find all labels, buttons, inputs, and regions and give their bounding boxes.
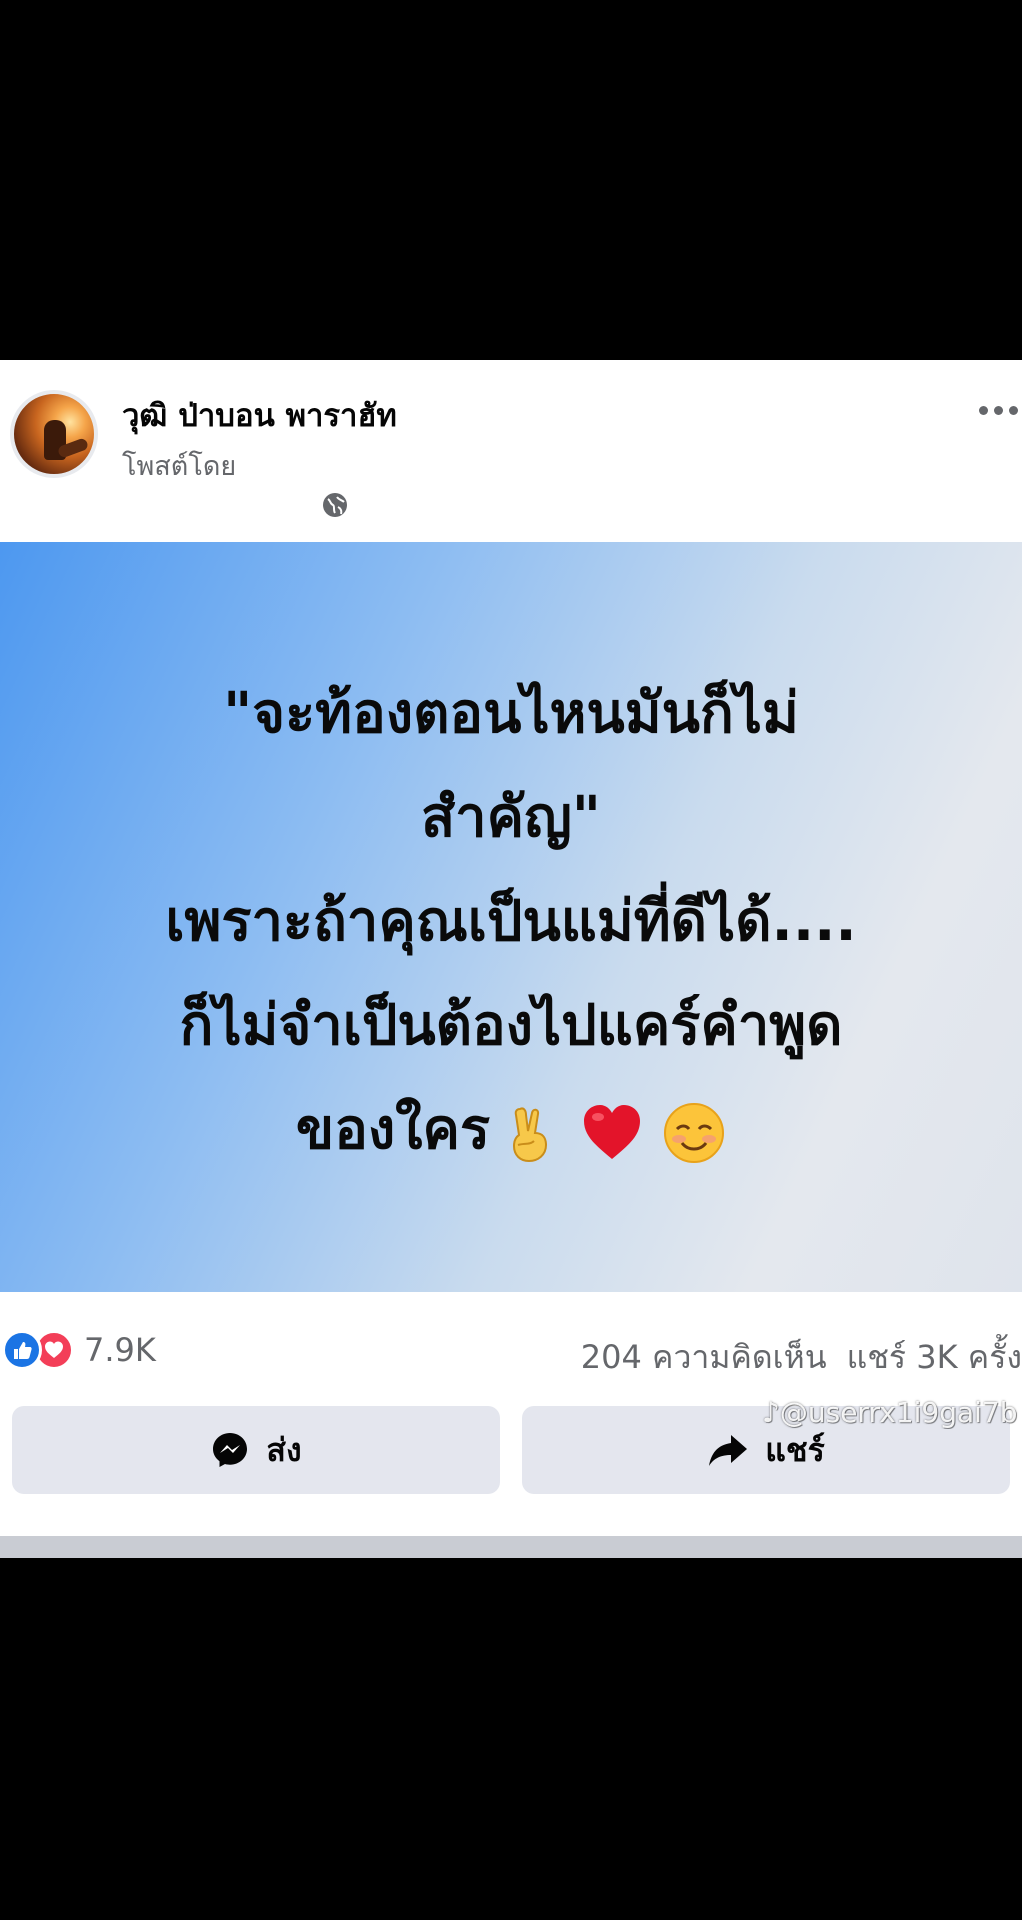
author-name[interactable]: วุฒิ ป่าบอน พาราฮัท xyxy=(122,390,397,440)
comment-count[interactable]: 204 ความคิดเห็น xyxy=(581,1338,827,1376)
messenger-icon xyxy=(213,1433,248,1467)
quote-line-4: ก็ไม่จำเป็นต้องไปแคร์คำพูด xyxy=(179,993,843,1058)
quote-line-3: เพราะถ้าคุณเป็นแม่ที่ดีได้.... xyxy=(165,889,857,954)
share-count[interactable]: แชร์ 3K ครั้ง xyxy=(847,1338,1022,1376)
author-avatar[interactable] xyxy=(10,390,98,478)
quote-line-2: สำคัญ" xyxy=(421,785,601,850)
send-button[interactable]: ส่ง xyxy=(12,1406,500,1494)
quote-line-5-wrap: ของใคร xyxy=(0,1078,1022,1182)
globe-icon xyxy=(323,493,347,517)
post-header: วุฒิ ป่าบอน พาราฮัท โพสต์โดย xyxy=(0,360,1022,542)
like-reaction-icon xyxy=(2,1330,42,1370)
reaction-count: 7.9K xyxy=(84,1331,156,1369)
smiling-face-emoji xyxy=(664,1102,725,1163)
share-label: แชร์ xyxy=(765,1430,825,1469)
more-dots-icon[interactable] xyxy=(970,400,1018,420)
share-arrow-icon xyxy=(709,1435,748,1466)
posted-by-label: โพสต์โดย xyxy=(122,451,237,482)
comments-shares: 204 ความคิดเห็น แชร์ 3K ครั้ง xyxy=(581,1332,1022,1383)
post-image[interactable]: "จะท้องตอนไหนมันก็ไม่ สำคัญ" เพราะถ้าคุณ… xyxy=(0,542,1022,1292)
facebook-post-card: วุฒิ ป่าบอน พาราฮัท โพสต์โดย "จะท้องตอนไ… xyxy=(0,360,1022,1558)
reaction-summary[interactable]: 7.9K xyxy=(2,1330,156,1370)
red-heart-emoji xyxy=(584,1104,641,1159)
feed-divider xyxy=(0,1536,1022,1558)
emoji-row xyxy=(498,1101,726,1165)
quote-line-1: "จะท้องตอนไหนมันก็ไม่ xyxy=(223,681,799,746)
screen: วุฒิ ป่าบอน พาราฮัท โพสต์โดย "จะท้องตอนไ… xyxy=(0,0,1022,1920)
post-stats: 7.9K 204 ความคิดเห็น แชร์ 3K ครั้ง xyxy=(0,1292,1022,1402)
quote-text: "จะท้องตอนไหนมันก็ไม่ สำคัญ" เพราะถ้าคุณ… xyxy=(0,662,1022,1182)
tiktok-watermark: ♪@userrx1i9gai7b xyxy=(762,1396,1018,1429)
quote-line-5: ของใคร xyxy=(295,1097,491,1162)
victory-hand-emoji xyxy=(513,1107,548,1162)
send-label: ส่ง xyxy=(266,1430,302,1469)
